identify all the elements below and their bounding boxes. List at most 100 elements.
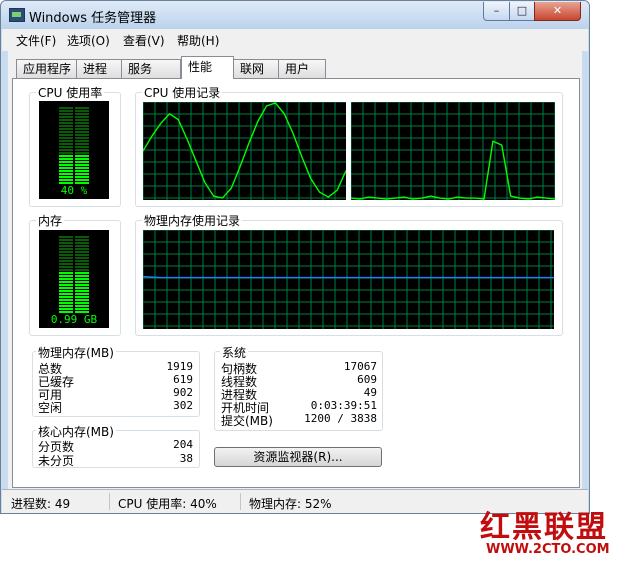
meter-segment xyxy=(75,161,89,163)
stat-label: 提交(MB) xyxy=(221,414,273,428)
meter-segment xyxy=(75,110,89,112)
close-button[interactable]: ✕ xyxy=(534,2,581,21)
meter-segment xyxy=(59,164,73,166)
meter-segment xyxy=(59,134,73,136)
meter-segment xyxy=(59,260,73,262)
tab-processes[interactable]: 进程 xyxy=(76,59,122,78)
meter-segment xyxy=(59,299,73,301)
meter-segment xyxy=(75,275,89,277)
tab-applications[interactable]: 应用程序 xyxy=(16,59,77,78)
cpu-history-graph-core-2 xyxy=(351,102,555,200)
meter-segment xyxy=(75,266,89,268)
tab-services[interactable]: 服务 xyxy=(121,59,181,78)
tab-networking[interactable]: 联网 xyxy=(233,59,279,78)
meter-segment xyxy=(59,110,73,112)
stat-value: 302 xyxy=(173,399,193,412)
meter-segment xyxy=(59,272,73,274)
meter-segment xyxy=(75,164,89,166)
maximize-button[interactable]: □ xyxy=(509,2,535,21)
meter-segment xyxy=(59,275,73,277)
stat-value: 0:03:39:51 xyxy=(310,399,377,412)
resource-monitor-button[interactable]: 资源监视器(R)... xyxy=(214,447,382,467)
meter-segment xyxy=(59,179,73,181)
meter-segment xyxy=(59,251,73,253)
meter-segment xyxy=(59,302,73,304)
menu-bar: 文件(F) 选项(O) 查看(V) 帮助(H) xyxy=(2,29,588,51)
minimize-button[interactable]: – xyxy=(483,2,510,21)
tab-performance[interactable]: 性能 xyxy=(181,56,234,79)
status-memory-usage: 物理内存: 52% xyxy=(249,497,332,511)
meter-segment xyxy=(59,290,73,292)
meter-segment xyxy=(75,269,89,271)
meter-segment xyxy=(59,113,73,115)
cpu-history-plot-core-2 xyxy=(351,102,555,200)
meter-segment xyxy=(75,155,89,157)
meter-segment xyxy=(59,167,73,169)
stat-label: 未分页 xyxy=(38,454,75,468)
memory-history-plot xyxy=(143,230,554,329)
status-separator xyxy=(109,493,110,510)
meter-segment xyxy=(75,173,89,175)
meter-segment xyxy=(59,308,73,310)
memory-title: 内存 xyxy=(36,212,65,229)
physical-memory-title: 物理内存(MB) xyxy=(36,344,116,361)
meter-segment xyxy=(59,143,73,145)
title-bar[interactable]: Windows 任务管理器 – □ ✕ xyxy=(1,1,589,29)
menu-view[interactable]: 查看(V) xyxy=(123,32,165,49)
meter-segment xyxy=(59,131,73,133)
tab-users[interactable]: 用户 xyxy=(278,59,326,78)
cpu-history-plot-core-1 xyxy=(143,102,346,200)
meter-segment xyxy=(59,119,73,121)
meter-segment xyxy=(75,305,89,307)
meter-segment xyxy=(59,137,73,139)
task-manager-window: Windows 任务管理器 – □ ✕ 文件(F) 选项(O) 查看(V) 帮助… xyxy=(0,0,590,514)
meter-segment xyxy=(75,116,89,118)
history-line xyxy=(143,275,554,279)
menu-options[interactable]: 选项(O) xyxy=(67,32,110,49)
meter-segment xyxy=(59,176,73,178)
meter-segment xyxy=(59,287,73,289)
meter-segment xyxy=(59,239,73,241)
meter-segment xyxy=(59,152,73,154)
meter-segment xyxy=(75,257,89,259)
meter-segment xyxy=(75,254,89,256)
meter-segment xyxy=(75,281,89,283)
watermark-url: WWW.2CTO.COM xyxy=(486,542,610,557)
stat-value: 38 xyxy=(179,452,193,465)
meter-segment xyxy=(59,149,73,151)
meter-segment xyxy=(75,278,89,280)
status-process-count: 进程数: 49 xyxy=(11,497,71,511)
stat-value: 1200 / 3838 xyxy=(304,412,377,425)
meter-segment xyxy=(59,254,73,256)
stat-value: 49 xyxy=(363,386,377,399)
meter-segment xyxy=(59,242,73,244)
meter-segment xyxy=(75,119,89,121)
stat-value: 902 xyxy=(173,386,193,399)
meter-segment xyxy=(59,128,73,130)
status-cpu-usage: CPU 使用率: 40% xyxy=(118,497,217,511)
watermark-logo: 红黑联盟 xyxy=(480,510,608,545)
meter-segment xyxy=(75,113,89,115)
menu-help[interactable]: 帮助(H) xyxy=(177,32,219,49)
meter-segment xyxy=(75,170,89,172)
meter-segment xyxy=(75,290,89,292)
stat-label: 空闲 xyxy=(38,401,63,415)
meter-segment xyxy=(75,107,89,109)
meter-segment xyxy=(59,146,73,148)
meter-segment xyxy=(75,140,89,142)
meter-segment xyxy=(75,260,89,262)
meter-segment xyxy=(59,266,73,268)
menu-file[interactable]: 文件(F) xyxy=(16,32,56,49)
meter-segment xyxy=(59,293,73,295)
meter-segment xyxy=(59,284,73,286)
stat-value: 204 xyxy=(173,438,193,451)
meter-segment xyxy=(75,302,89,304)
meter-segment xyxy=(75,248,89,250)
status-separator xyxy=(240,493,241,510)
meter-segment xyxy=(59,248,73,250)
task-manager-icon xyxy=(9,8,25,22)
meter-segment xyxy=(75,239,89,241)
meter-segment xyxy=(59,269,73,271)
meter-segment xyxy=(75,137,89,139)
meter-segment xyxy=(75,293,89,295)
